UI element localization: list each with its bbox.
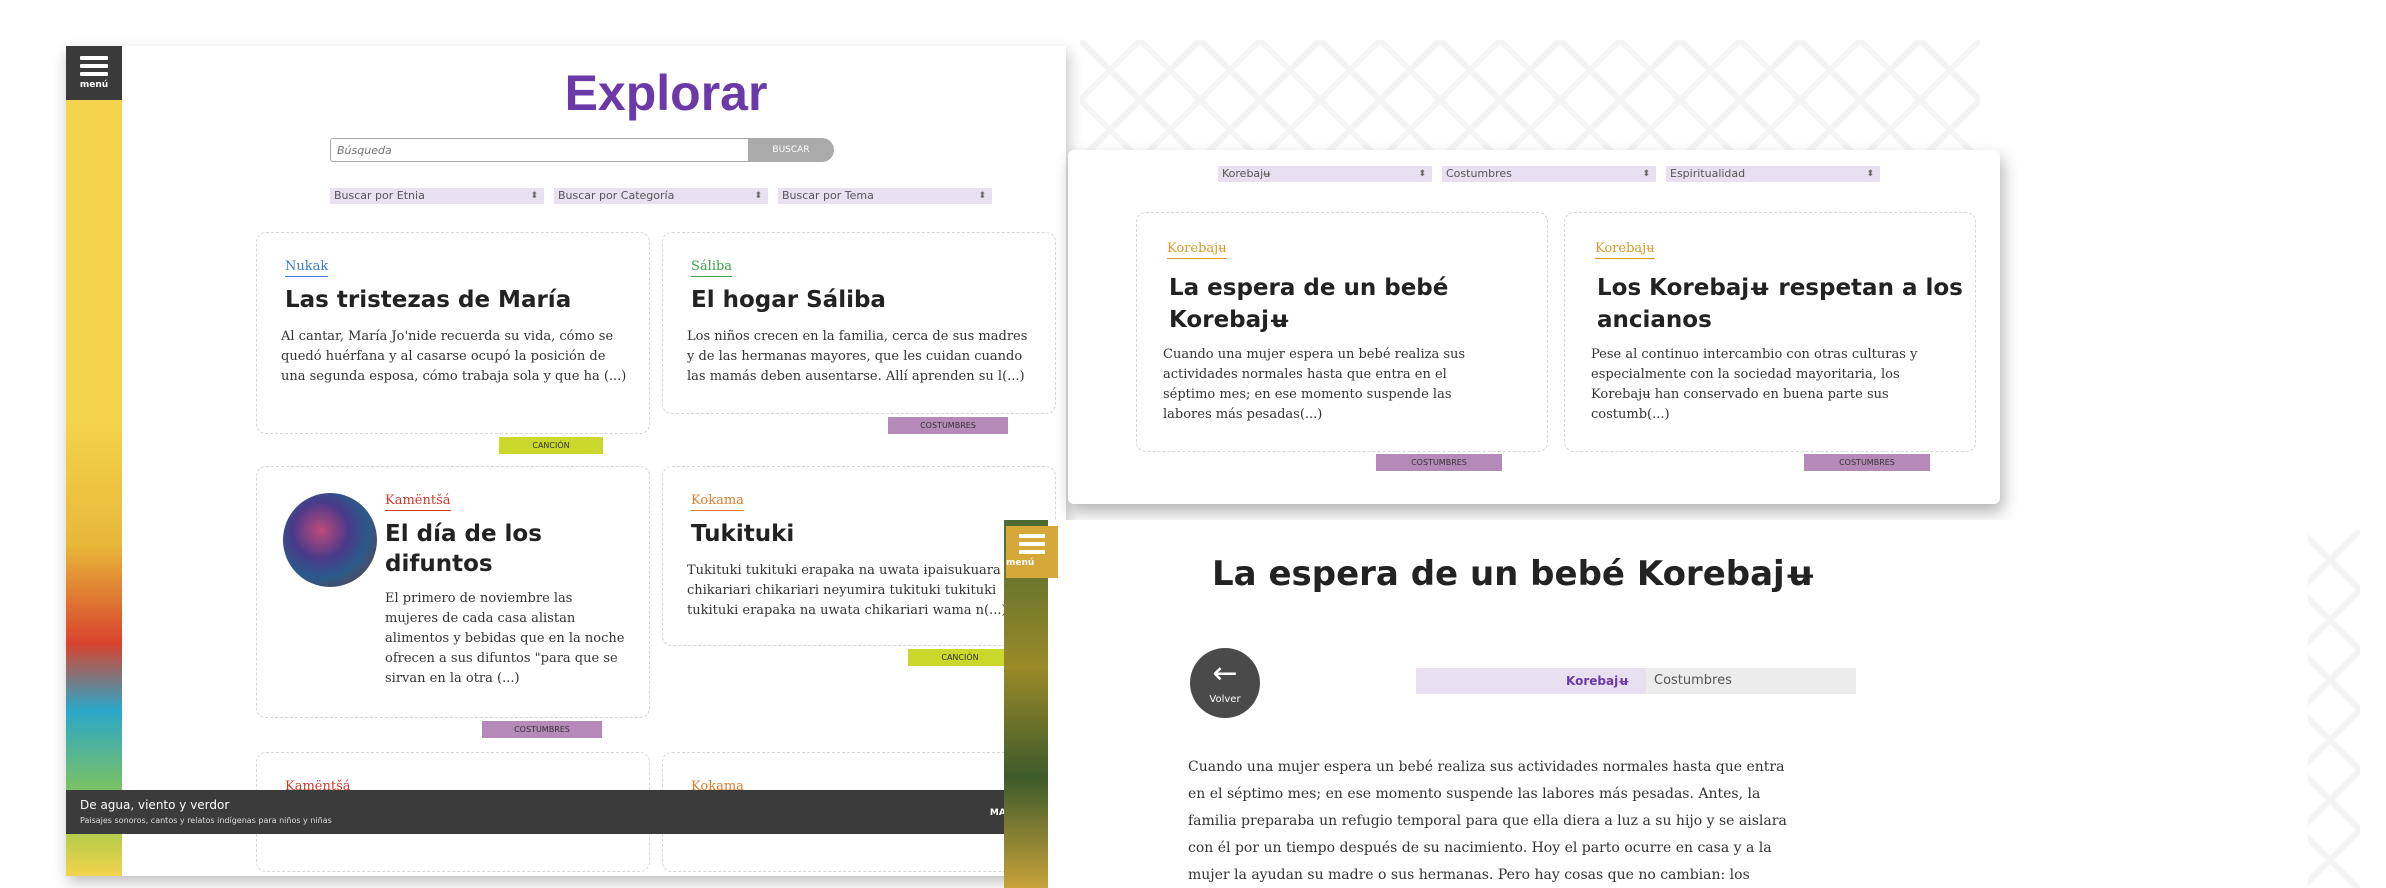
story-title: La espera de un bebé Korebajʉ (1212, 554, 1816, 594)
filter-ethnic-select[interactable]: Korebajʉ ⬍ (1218, 166, 1432, 182)
card-title: Las tristezas de María (285, 287, 572, 313)
select-arrows-icon: ⬍ (1418, 169, 1426, 179)
footer-bar: De agua, viento y verdor Paisajes sonoro… (66, 790, 1066, 834)
category-tag[interactable]: Costumbres (1646, 668, 1856, 694)
body-line: Cuando una mujer espera un bebé realiza … (1188, 759, 1785, 775)
category-tag[interactable]: COSTUMBRES (482, 721, 602, 738)
select-arrows-icon: ⬍ (530, 191, 538, 201)
card-title: El día de los difuntos (385, 521, 542, 577)
story-body: Cuando una mujer espera un bebé realiza … (1188, 754, 1828, 888)
card-ethnic: Nukak (285, 259, 329, 277)
card-ethnic: Korebajʉ (1167, 241, 1227, 259)
body-line: en el séptimo mes; en ese momento suspen… (1188, 786, 1761, 802)
side-illustration (66, 46, 122, 876)
select-arrows-icon: ⬍ (754, 191, 762, 201)
page-title: Explorar (564, 65, 768, 121)
filtered-results-panel: Korebajʉ ⬍ Costumbres ⬍ Espiritualidad ⬍ Ko… (1068, 150, 2000, 504)
card-text: Pese al continuo intercambio con otras c… (1591, 347, 1918, 422)
back-label: Volver (1209, 694, 1241, 705)
filter-topic-select[interactable]: Buscar por Tema ⬍ (778, 188, 992, 204)
story-card[interactable]: Nukak Las tristezas de María Al cantar, … (256, 232, 650, 434)
select-arrows-icon: ⬍ (1642, 169, 1650, 179)
story-card[interactable]: Korebajʉ La espera de un bebé Korebajʉ C… (1136, 212, 1548, 452)
category-tag[interactable]: COSTUMBRES (1376, 454, 1502, 471)
hamburger-icon (80, 56, 108, 76)
card-text: Cuando una mujer espera un bebé realiza … (1163, 347, 1466, 422)
category-tag[interactable]: COSTUMBRES (888, 417, 1008, 434)
card-text: Al cantar, María Jo'nide recuerda su vid… (281, 329, 627, 384)
menu-label: menú (1006, 558, 1035, 568)
explore-panel: menú Explorar BUSCAR Buscar por Etnia⬍ B… (66, 46, 1066, 876)
select-arrows-icon: ⬍ (1866, 169, 1874, 179)
story-detail-panel: menú La espera de un bebé Korebajʉ ← Vol… (1004, 520, 2308, 888)
filter-category-select[interactable]: Costumbres ⬍ (1442, 166, 1656, 182)
back-button[interactable]: ← Volver (1190, 648, 1260, 718)
footer-subtitle: Paisajes sonoros, cantos y relatos indíg… (80, 816, 332, 825)
card-text: Los niños crecen en la familia, cerca de… (687, 329, 1028, 384)
category-tag[interactable]: COSTUMBRES (1804, 454, 1930, 471)
card-ethnic: Kokama (691, 493, 744, 511)
filter-ethnic-select[interactable]: Buscar por Etnia ⬍ (330, 188, 544, 204)
body-line: familia preparaba un refugio temporal pa… (1188, 813, 1787, 829)
filter-topic-select[interactable]: Espiritualidad ⬍ (1666, 166, 1880, 182)
card-title: El hogar Sáliba (691, 287, 886, 313)
filter-category-select[interactable]: Buscar por Categoría ⬍ (554, 188, 768, 204)
card-ethnic: Korebajʉ (1595, 241, 1655, 259)
card-title-line1: Los Korebajʉ respetan a los (1597, 275, 1963, 301)
story-tags: Korebajʉ Costumbres (1416, 668, 1856, 694)
category-tag[interactable]: CANCIÓN (908, 649, 1012, 666)
ethnic-tag[interactable]: Korebajʉ (1566, 668, 1629, 694)
body-line: mujer la ayudan su madre o sus hermanas.… (1188, 867, 1750, 883)
menu-button[interactable]: menú (1006, 526, 1058, 578)
hamburger-icon (1019, 534, 1045, 554)
menu-button[interactable]: menú (66, 46, 122, 100)
menu-label: menú (79, 80, 109, 90)
search-button[interactable]: BUSCAR (748, 138, 834, 162)
card-title-line2: Korebajʉ (1169, 307, 1291, 333)
background-pattern (1080, 40, 1980, 150)
story-card[interactable]: Korebajʉ Los Korebajʉ respetan a los anc… (1564, 212, 1976, 452)
card-thumbnail (283, 493, 377, 587)
arrow-left-icon: ← (1212, 656, 1238, 691)
body-line: con él por un tiempo después de su nacim… (1188, 840, 1772, 856)
footer-title: De agua, viento y verdor (80, 798, 230, 812)
card-title-line1: La espera de un bebé (1169, 275, 1449, 301)
category-tag[interactable]: CANCIÓN (499, 437, 603, 454)
story-card[interactable]: Kamëntšá El día de los difuntos El prime… (256, 466, 650, 718)
story-card[interactable]: Sáliba El hogar Sáliba Los niños crecen … (662, 232, 1056, 414)
card-text: El primero de noviembre las mujeres de c… (385, 591, 625, 686)
card-ethnic: Kamëntšá (385, 493, 451, 511)
card-title: Tukituki (691, 521, 795, 547)
select-arrows-icon: ⬍ (978, 191, 986, 201)
search-input[interactable] (330, 138, 750, 162)
card-title-line2: ancianos (1597, 307, 1712, 333)
card-ethnic: Sáliba (691, 259, 733, 277)
card-text: Tukituki tukituki erapaka na uwata ɨpais… (687, 563, 1007, 618)
story-card[interactable]: Kokama Tukituki Tukituki tukituki erapak… (662, 466, 1056, 646)
